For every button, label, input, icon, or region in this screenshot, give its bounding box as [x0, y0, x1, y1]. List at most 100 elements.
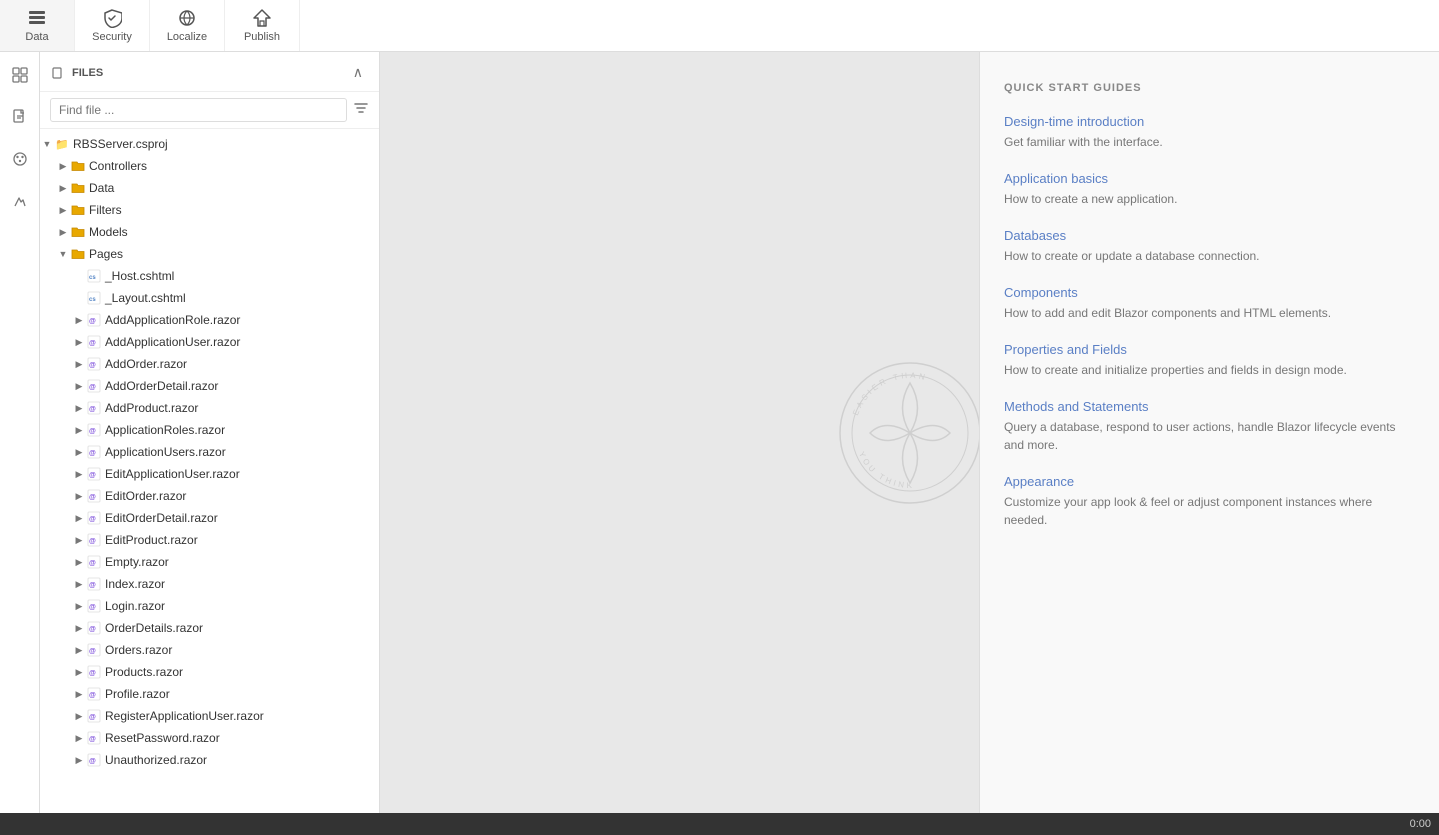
icon-bar-files[interactable]	[5, 102, 35, 132]
tree-item[interactable]: ▶ Filters	[40, 199, 379, 221]
tree-item[interactable]: ▼ 📁 RBSServer.csproj	[40, 133, 379, 155]
tree-arrow: ▶	[72, 379, 86, 393]
tree-item[interactable]: ▶ Models	[40, 221, 379, 243]
svg-text:@: @	[89, 450, 96, 457]
guides-list: Design-time introduction Get familiar wi…	[1004, 114, 1415, 529]
tree-item[interactable]: ▶ @ ResetPassword.razor	[40, 727, 379, 749]
welcome-logo: EASIER THAN YOU THINK	[830, 353, 990, 513]
guide-link-components[interactable]: Components	[1004, 285, 1415, 300]
tree-item[interactable]: ▶ @ Login.razor	[40, 595, 379, 617]
collapse-panel-button[interactable]: ∧	[349, 62, 367, 83]
svg-text:@: @	[89, 362, 96, 369]
tree-label: Index.razor	[105, 577, 165, 591]
toolbar-publish[interactable]: Publish	[225, 0, 300, 51]
tree-item[interactable]: ▶ @ Unauthorized.razor	[40, 749, 379, 771]
tree-arrow: ▶	[56, 225, 70, 239]
tree-arrow-spacer	[72, 269, 86, 283]
tree-item[interactable]: cs _Host.cshtml	[40, 265, 379, 287]
tree-arrow: ▶	[72, 489, 86, 503]
main-area: EASIER THAN YOU THINK QUICK START GUIDES…	[380, 52, 1439, 813]
razor-file-icon: @	[86, 686, 102, 702]
filter-icon[interactable]	[353, 100, 369, 121]
file-tree: ▼ 📁 RBSServer.csproj ▶ Controllers ▶ Dat…	[40, 129, 379, 813]
tree-item[interactable]: cs _Layout.cshtml	[40, 287, 379, 309]
razor-file-icon: @	[86, 576, 102, 592]
tree-label: ApplicationUsers.razor	[105, 445, 226, 459]
tree-arrow: ▶	[56, 159, 70, 173]
guide-link-properties-fields[interactable]: Properties and Fields	[1004, 342, 1415, 357]
security-icon	[102, 8, 122, 28]
search-input[interactable]	[50, 98, 347, 122]
tree-arrow: ▶	[72, 313, 86, 327]
tree-arrow: ▶	[72, 357, 86, 371]
tree-item[interactable]: ▶ @ Products.razor	[40, 661, 379, 683]
tree-arrow: ▶	[72, 511, 86, 525]
toolbar-security[interactable]: Security	[75, 0, 150, 51]
file-panel-header: FILES ∧	[40, 52, 379, 92]
localize-icon	[177, 8, 197, 28]
tree-arrow: ▶	[56, 181, 70, 195]
razor-file-icon: @	[86, 488, 102, 504]
tree-item[interactable]: ▶ @ AddOrderDetail.razor	[40, 375, 379, 397]
tree-arrow: ▶	[72, 555, 86, 569]
icon-bar-deploy[interactable]	[5, 186, 35, 216]
tree-item[interactable]: ▶ @ Orders.razor	[40, 639, 379, 661]
icon-bar-grid[interactable]	[5, 60, 35, 90]
toolbar-data[interactable]: Data	[0, 0, 75, 51]
razor-file-icon: @	[86, 620, 102, 636]
svg-text:@: @	[89, 626, 96, 633]
tree-item[interactable]: ▶ Controllers	[40, 155, 379, 177]
tree-label: Orders.razor	[105, 643, 172, 657]
file-search-row	[40, 92, 379, 129]
tree-label: AddProduct.razor	[105, 401, 198, 415]
razor-file-icon: @	[86, 730, 102, 746]
tree-item[interactable]: ▶ @ EditOrderDetail.razor	[40, 507, 379, 529]
tree-arrow: ▼	[56, 247, 70, 261]
tree-arrow: ▶	[72, 599, 86, 613]
guide-link-appearance[interactable]: Appearance	[1004, 474, 1415, 489]
tree-item[interactable]: ▶ @ Profile.razor	[40, 683, 379, 705]
razor-file-icon: @	[86, 598, 102, 614]
guide-item-databases: Databases How to create or update a data…	[1004, 228, 1415, 265]
guide-item-components: Components How to add and edit Blazor co…	[1004, 285, 1415, 322]
guide-desc-components: How to add and edit Blazor components an…	[1004, 306, 1331, 320]
tree-item[interactable]: ▶ @ EditOrder.razor	[40, 485, 379, 507]
icon-bar-palette[interactable]	[5, 144, 35, 174]
folder-icon	[70, 246, 86, 262]
tree-item[interactable]: ▶ @ ApplicationUsers.razor	[40, 441, 379, 463]
tree-item[interactable]: ▶ @ AddApplicationRole.razor	[40, 309, 379, 331]
tree-item[interactable]: ▶ @ Index.razor	[40, 573, 379, 595]
guide-link-app-basics[interactable]: Application basics	[1004, 171, 1415, 186]
svg-text:@: @	[89, 714, 96, 721]
tree-item[interactable]: ▶ Data	[40, 177, 379, 199]
guide-item-appearance: Appearance Customize your app look & fee…	[1004, 474, 1415, 529]
toolbar: Data Security Localize Publish	[0, 0, 1439, 52]
toolbar-data-label: Data	[25, 31, 48, 43]
guide-link-databases[interactable]: Databases	[1004, 228, 1415, 243]
tree-item[interactable]: ▶ @ ApplicationRoles.razor	[40, 419, 379, 441]
tree-item[interactable]: ▶ @ AddOrder.razor	[40, 353, 379, 375]
toolbar-localize[interactable]: Localize	[150, 0, 225, 51]
tree-item[interactable]: ▶ @ AddApplicationUser.razor	[40, 331, 379, 353]
guide-link-design-time[interactable]: Design-time introduction	[1004, 114, 1415, 129]
file-panel-actions: ∧	[349, 62, 367, 83]
razor-file-icon: @	[86, 664, 102, 680]
tree-label: AddOrderDetail.razor	[105, 379, 218, 393]
svg-text:@: @	[89, 428, 96, 435]
main-container: FILES ∧ ▼ 📁 RBSServer.csproj ▶ Con	[0, 52, 1439, 813]
tree-item[interactable]: ▼ Pages	[40, 243, 379, 265]
tree-item[interactable]: ▶ @ EditApplicationUser.razor	[40, 463, 379, 485]
tree-item[interactable]: ▶ @ OrderDetails.razor	[40, 617, 379, 639]
tree-item[interactable]: ▶ @ RegisterApplicationUser.razor	[40, 705, 379, 727]
tree-item[interactable]: ▶ @ EditProduct.razor	[40, 529, 379, 551]
tree-item[interactable]: ▶ @ Empty.razor	[40, 551, 379, 573]
toolbar-localize-label: Localize	[167, 31, 207, 43]
guide-link-methods-statements[interactable]: Methods and Statements	[1004, 399, 1415, 414]
tree-arrow: ▶	[72, 665, 86, 679]
tree-arrow: ▶	[72, 335, 86, 349]
tree-arrow: ▼	[40, 137, 54, 151]
tree-label: _Layout.cshtml	[105, 291, 186, 305]
tree-item[interactable]: ▶ @ AddProduct.razor	[40, 397, 379, 419]
svg-text:@: @	[89, 736, 96, 743]
svg-text:@: @	[89, 494, 96, 501]
